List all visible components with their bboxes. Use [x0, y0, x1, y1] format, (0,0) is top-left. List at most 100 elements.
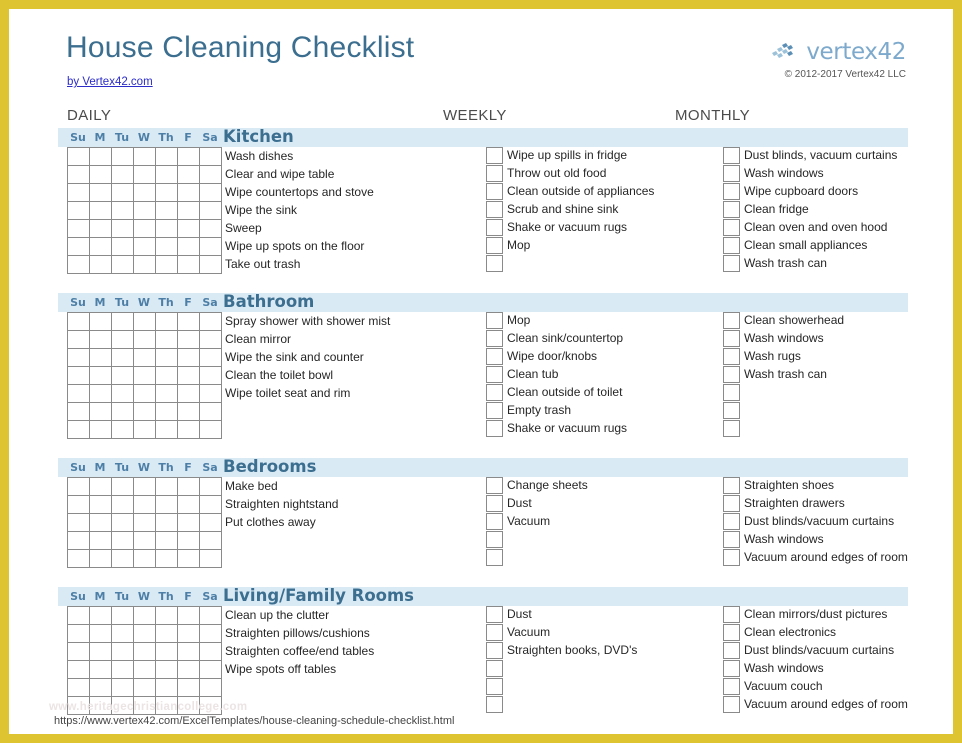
- daily-check-cell-th[interactable]: [155, 348, 178, 367]
- daily-check-cell-f[interactable]: [177, 348, 200, 367]
- daily-check-cell-w[interactable]: [133, 237, 156, 256]
- daily-check-cell-tu[interactable]: [111, 660, 134, 679]
- daily-check-cell-su[interactable]: [67, 606, 90, 625]
- daily-check-cell-f[interactable]: [177, 219, 200, 238]
- daily-check-cell-tu[interactable]: [111, 513, 134, 532]
- daily-check-cell-w[interactable]: [133, 183, 156, 202]
- daily-check-cell-w[interactable]: [133, 477, 156, 496]
- daily-check-cell-m[interactable]: [89, 384, 112, 403]
- weekly-checkbox[interactable]: [486, 513, 503, 530]
- daily-check-cell-tu[interactable]: [111, 366, 134, 385]
- daily-check-cell-w[interactable]: [133, 255, 156, 274]
- daily-check-cell-m[interactable]: [89, 219, 112, 238]
- daily-check-cell-sa[interactable]: [199, 165, 222, 184]
- weekly-checkbox[interactable]: [486, 330, 503, 347]
- daily-check-cell-f[interactable]: [177, 477, 200, 496]
- daily-check-cell-su[interactable]: [67, 366, 90, 385]
- daily-check-cell-sa[interactable]: [199, 183, 222, 202]
- daily-check-cell-th[interactable]: [155, 402, 178, 421]
- daily-check-cell-m[interactable]: [89, 660, 112, 679]
- daily-check-cell-f[interactable]: [177, 531, 200, 550]
- weekly-checkbox[interactable]: [486, 366, 503, 383]
- weekly-checkbox[interactable]: [486, 201, 503, 218]
- monthly-checkbox[interactable]: [723, 312, 740, 329]
- daily-check-cell-th[interactable]: [155, 330, 178, 349]
- daily-check-cell-sa[interactable]: [199, 330, 222, 349]
- daily-check-cell-th[interactable]: [155, 201, 178, 220]
- daily-check-cell-sa[interactable]: [199, 495, 222, 514]
- daily-check-cell-w[interactable]: [133, 165, 156, 184]
- daily-check-cell-f[interactable]: [177, 642, 200, 661]
- weekly-checkbox[interactable]: [486, 660, 503, 677]
- monthly-checkbox[interactable]: [723, 420, 740, 437]
- daily-check-cell-m[interactable]: [89, 624, 112, 643]
- daily-check-cell-tu[interactable]: [111, 678, 134, 697]
- daily-check-cell-sa[interactable]: [199, 147, 222, 166]
- daily-check-cell-su[interactable]: [67, 312, 90, 331]
- daily-check-cell-w[interactable]: [133, 420, 156, 439]
- daily-check-cell-th[interactable]: [155, 624, 178, 643]
- daily-check-cell-su[interactable]: [67, 330, 90, 349]
- daily-check-cell-su[interactable]: [67, 642, 90, 661]
- monthly-checkbox[interactable]: [723, 255, 740, 272]
- daily-check-cell-su[interactable]: [67, 402, 90, 421]
- daily-check-cell-tu[interactable]: [111, 624, 134, 643]
- daily-check-cell-th[interactable]: [155, 366, 178, 385]
- weekly-checkbox[interactable]: [486, 147, 503, 164]
- monthly-checkbox[interactable]: [723, 348, 740, 365]
- daily-check-cell-sa[interactable]: [199, 348, 222, 367]
- daily-check-cell-tu[interactable]: [111, 495, 134, 514]
- daily-check-cell-su[interactable]: [67, 549, 90, 568]
- daily-check-cell-th[interactable]: [155, 513, 178, 532]
- daily-check-cell-su[interactable]: [67, 624, 90, 643]
- weekly-checkbox[interactable]: [486, 531, 503, 548]
- daily-check-cell-m[interactable]: [89, 513, 112, 532]
- weekly-checkbox[interactable]: [486, 420, 503, 437]
- daily-check-cell-th[interactable]: [155, 183, 178, 202]
- daily-check-cell-th[interactable]: [155, 237, 178, 256]
- daily-check-cell-m[interactable]: [89, 165, 112, 184]
- daily-check-cell-tu[interactable]: [111, 219, 134, 238]
- vertex42-byline-link[interactable]: by Vertex42.com: [67, 76, 153, 88]
- daily-check-cell-w[interactable]: [133, 312, 156, 331]
- daily-check-cell-sa[interactable]: [199, 312, 222, 331]
- daily-check-cell-m[interactable]: [89, 255, 112, 274]
- daily-check-cell-f[interactable]: [177, 420, 200, 439]
- daily-check-cell-f[interactable]: [177, 201, 200, 220]
- daily-check-cell-sa[interactable]: [199, 366, 222, 385]
- daily-check-cell-m[interactable]: [89, 678, 112, 697]
- daily-check-cell-f[interactable]: [177, 183, 200, 202]
- daily-check-cell-su[interactable]: [67, 384, 90, 403]
- daily-check-cell-f[interactable]: [177, 330, 200, 349]
- daily-check-cell-w[interactable]: [133, 330, 156, 349]
- daily-check-cell-th[interactable]: [155, 219, 178, 238]
- daily-check-cell-w[interactable]: [133, 348, 156, 367]
- daily-check-cell-f[interactable]: [177, 312, 200, 331]
- daily-check-cell-f[interactable]: [177, 165, 200, 184]
- daily-check-cell-w[interactable]: [133, 201, 156, 220]
- daily-check-cell-su[interactable]: [67, 495, 90, 514]
- daily-check-cell-th[interactable]: [155, 660, 178, 679]
- daily-check-cell-th[interactable]: [155, 312, 178, 331]
- daily-check-cell-sa[interactable]: [199, 477, 222, 496]
- daily-check-cell-th[interactable]: [155, 147, 178, 166]
- daily-check-cell-su[interactable]: [67, 237, 90, 256]
- weekly-checkbox[interactable]: [486, 549, 503, 566]
- monthly-checkbox[interactable]: [723, 402, 740, 419]
- daily-check-cell-w[interactable]: [133, 147, 156, 166]
- daily-check-cell-su[interactable]: [67, 219, 90, 238]
- weekly-checkbox[interactable]: [486, 183, 503, 200]
- weekly-checkbox[interactable]: [486, 384, 503, 401]
- daily-check-cell-sa[interactable]: [199, 255, 222, 274]
- daily-check-cell-m[interactable]: [89, 402, 112, 421]
- daily-check-cell-f[interactable]: [177, 147, 200, 166]
- daily-check-cell-su[interactable]: [67, 678, 90, 697]
- weekly-checkbox[interactable]: [486, 312, 503, 329]
- daily-check-cell-sa[interactable]: [199, 660, 222, 679]
- daily-check-cell-sa[interactable]: [199, 678, 222, 697]
- daily-check-cell-sa[interactable]: [199, 549, 222, 568]
- monthly-checkbox[interactable]: [723, 183, 740, 200]
- daily-check-cell-m[interactable]: [89, 642, 112, 661]
- daily-check-cell-th[interactable]: [155, 642, 178, 661]
- daily-check-cell-f[interactable]: [177, 402, 200, 421]
